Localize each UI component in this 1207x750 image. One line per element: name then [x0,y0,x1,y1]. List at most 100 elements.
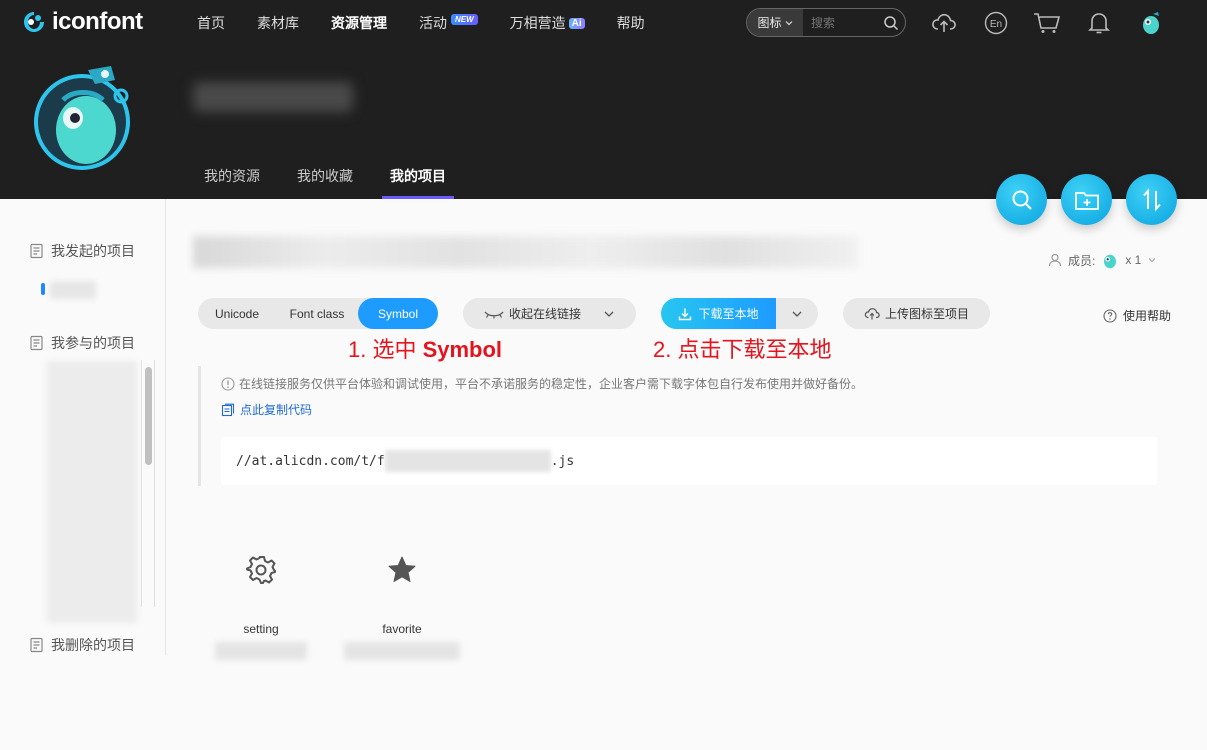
members-label: 成员: [1068,253,1096,268]
search-icon[interactable] [877,15,905,31]
online-link-code-box[interactable]: //at.alicdn.com/t/f .js [221,437,1157,485]
code-url-blurred [384,450,551,472]
upload-icon[interactable] [930,9,958,37]
usage-help-link[interactable]: 使用帮助 [1103,307,1171,324]
nav-home[interactable]: 首页 [197,14,225,32]
nav-wanxiang-label: 万相营造 [509,15,566,31]
project-members[interactable]: 成员: x 1 [1048,250,1157,270]
ai-badge: Ai [568,17,585,29]
project-tabs-blurred[interactable] [193,236,858,268]
nav-materials[interactable]: 素材库 [257,14,299,32]
nav-resource-management[interactable]: 资源管理 [331,14,387,32]
download-options-dropdown[interactable] [776,298,818,329]
sidebar-deleted-projects[interactable]: 我删除的项目 [29,635,135,655]
top-header: iconfont 首页 素材库 资源管理 活动 NEW 万相营造 Ai 帮助 图标 … [0,0,1207,199]
new-folder-fab-button[interactable] [1061,174,1112,225]
icon-name: setting [243,622,279,636]
icon-card-setting[interactable]: setting [211,552,311,660]
cart-icon[interactable] [1033,9,1061,37]
chevron-down-icon [1148,258,1156,263]
nav-home-label: 首页 [197,15,225,31]
project-list-icon [30,335,43,351]
nav-resource-label: 资源管理 [331,15,387,31]
copy-code-label: 点此复制代码 [240,403,313,417]
profile-avatar [34,66,130,170]
project-list-icon [30,637,43,653]
collapse-online-link-button[interactable]: 收起在线链接 [463,298,636,329]
format-selector: Unicode Font class Symbol [198,298,438,329]
sidebar-my-created-projects[interactable]: 我发起的项目 [29,241,135,261]
bell-icon[interactable] [1085,9,1113,37]
gear-icon [246,552,276,588]
icon-card-favorite[interactable]: favorite [344,552,460,660]
new-badge: NEW [451,13,478,25]
project-item-blurred[interactable] [50,281,96,299]
language-icon[interactable]: En [982,9,1010,37]
user-icon [1048,253,1062,267]
annotation-step-1-text: 1. 选中 [348,337,423,362]
download-local-button[interactable]: 下载至本地 [661,298,776,329]
search-input[interactable] [803,15,877,30]
chevron-down-icon [785,20,792,25]
search-type-select[interactable]: 图标 [747,9,803,36]
help-circle-icon [1103,308,1117,323]
download-label: 下载至本地 [698,307,759,321]
upload-icons-to-project-button[interactable]: 上传图标至项目 [843,298,990,329]
icon-code-blurred [215,642,307,660]
tab-font-class[interactable]: Font class [276,298,358,329]
nav-activity-label: 活动 [419,15,447,31]
logo-text: iconfont [52,8,143,35]
star-icon [387,552,417,588]
tab-my-resources[interactable]: 我的资源 [204,166,260,199]
help-label: 使用帮助 [1123,309,1172,323]
search-box: 图标 [746,8,906,37]
copy-icon [221,403,235,416]
search-type-label: 图标 [757,16,782,30]
nav-materials-label: 素材库 [257,15,299,31]
sidebar-section-label: 我删除的项目 [51,637,135,653]
logo-icon [24,12,44,32]
logo[interactable]: iconfont [20,8,143,36]
online-link-notice: 在线链接服务仅供平台体验和调试使用，平台不承诺服务的稳定性，企业客户需下载字体包… [221,375,863,392]
copy-code-link[interactable]: 点此复制代码 [221,401,312,418]
main-nav: 首页 素材库 资源管理 活动 NEW 万相营造 Ai 帮助 [197,13,677,32]
code-url-suffix: .js [550,453,575,469]
notice-text: 在线链接服务仅供平台体验和调试使用，平台不承诺服务的稳定性，企业客户需下载字体包… [239,377,864,391]
upload-label: 上传图标至项目 [884,307,969,321]
nav-activity[interactable]: 活动 NEW [419,13,478,32]
chevron-down-icon [792,311,802,317]
tab-unicode[interactable]: Unicode [198,298,276,329]
members-count: x 1 [1125,253,1142,267]
info-circle-icon [221,376,235,391]
nav-help-label: 帮助 [616,15,645,31]
annotation-step-2: 2. 点击下载至本地 [653,337,832,362]
icon-name: favorite [382,622,422,636]
profile-tabs: 我的资源 我的收藏 我的项目 [204,166,483,199]
download-icon [679,308,692,320]
tab-symbol[interactable]: Symbol [358,298,438,329]
user-avatar[interactable] [1137,9,1165,37]
sidebar-section-label: 我发起的项目 [51,243,135,259]
joined-project-list-blurred[interactable] [47,361,137,623]
tab-my-projects[interactable]: 我的项目 [382,166,454,199]
icon-code-blurred [344,642,460,660]
active-project-indicator [41,283,45,295]
tab-my-favorites[interactable]: 我的收藏 [297,166,353,199]
language-label: En [990,19,1002,30]
project-list-icon [30,243,43,259]
sort-fab-button[interactable] [1126,174,1177,225]
code-url-prefix: //at.alicdn.com/t/f [236,453,385,469]
download-button-group: 下载至本地 [661,298,818,329]
sidebar-scrollbar[interactable] [141,360,155,607]
search-icon [1012,190,1032,210]
nav-wanxiang[interactable]: 万相营造 Ai [510,14,585,32]
chevron-down-icon [604,311,614,317]
sidebar-joined-projects[interactable]: 我参与的项目 [29,333,135,353]
cloud-upload-icon [864,308,880,320]
member-avatar [1104,254,1117,269]
search-fab-button[interactable] [996,174,1047,225]
sidebar-scroll-thumb[interactable] [145,367,152,465]
notice-divider [198,366,201,486]
nav-help[interactable]: 帮助 [617,14,645,32]
eye-closed-icon [484,311,504,318]
